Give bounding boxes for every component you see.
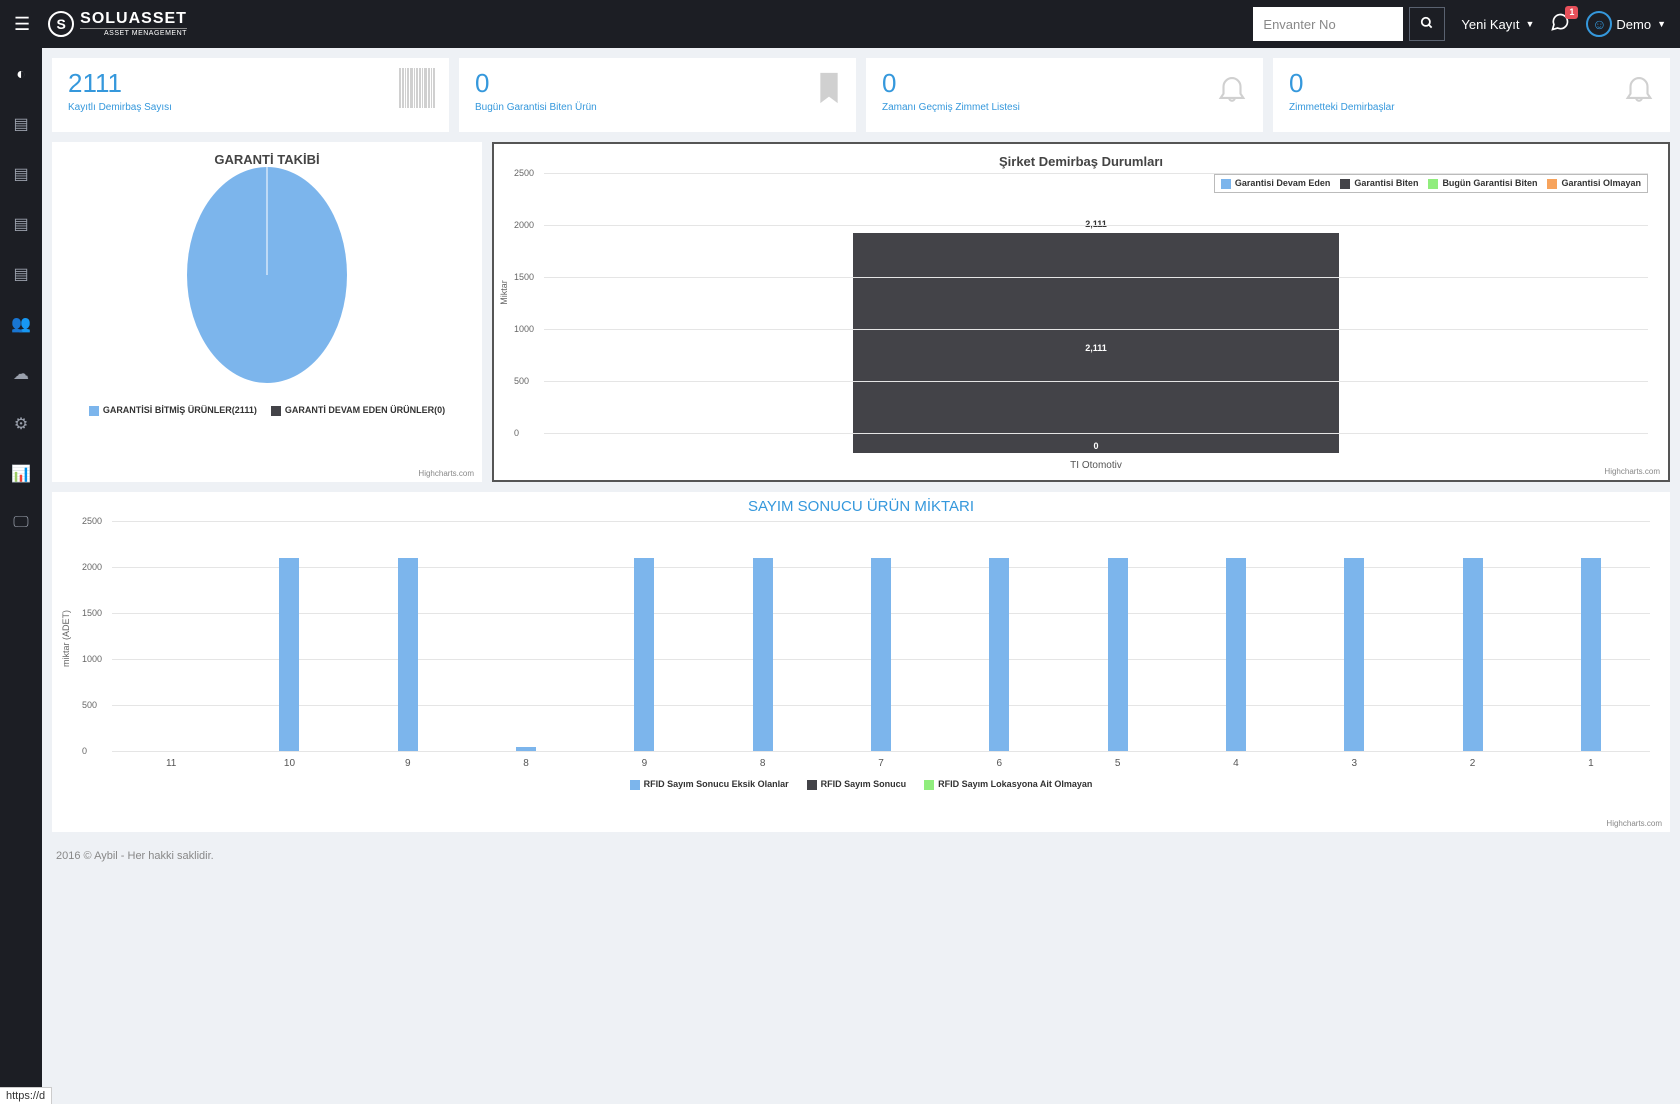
chart-title: SAYIM SONUCU ÜRÜN MİKTARI — [52, 492, 1670, 521]
user-name: Demo — [1616, 17, 1651, 32]
stat-label: Zimmetteki Demirbaşlar — [1289, 102, 1654, 113]
col-legend: RFID Sayım Sonucu Eksik Olanlar RFID Say… — [52, 779, 1670, 790]
panel-count-results: SAYIM SONUCU ÜRÜN MİKTARI miktar (ADET) … — [52, 492, 1670, 832]
stat-card-assigned[interactable]: 0 Zimmetteki Demirbaşlar — [1273, 58, 1670, 132]
brand-logo-icon: S — [48, 11, 74, 37]
list-icon: ▤ — [13, 166, 28, 183]
search-wrap — [1253, 7, 1445, 41]
legend-item[interactable]: Garantisi Devam Eden — [1221, 178, 1331, 189]
chart-title: Şirket Demirbaş Durumları — [494, 144, 1668, 173]
stat-value: 0 — [475, 70, 840, 96]
y-axis-label: miktar (ADET) — [61, 610, 71, 667]
sidebar-item-settings[interactable]: ⚙ — [14, 414, 28, 434]
pie-chart[interactable] — [187, 167, 347, 383]
avatar-icon: ☺ — [1586, 11, 1612, 37]
sidebar-item-monitor[interactable]: 🖵 — [13, 514, 28, 532]
gear-icon: ⚙ — [14, 416, 28, 433]
notification-badge: 1 — [1565, 6, 1578, 19]
sidebar-item-cloud[interactable]: ☁ — [13, 364, 29, 384]
brand[interactable]: S SOLUASSET ASSET MENAGEMENT — [48, 11, 187, 37]
legend-item[interactable]: RFID Sayım Sonucu Eksik Olanlar — [630, 779, 789, 790]
stat-label: Kayıtlı Demirbaş Sayısı — [68, 102, 433, 113]
sidebar: ◐ ▤ ▤ ▤ ▤ 👥 ☁ ⚙ 📊 🖵 — [0, 48, 42, 1104]
browser-status-bar: https://d — [0, 1087, 52, 1104]
footer-copyright: 2016 © Aybil - Her hakki saklidir. — [42, 842, 1680, 870]
search-input[interactable] — [1253, 7, 1403, 41]
legend-item[interactable]: RFID Sayım Sonucu — [807, 779, 907, 790]
legend-item[interactable]: GARANTİSİ BİTMİŞ ÜRÜNLER(2111) — [89, 405, 257, 416]
cloud-icon: ☁ — [13, 366, 29, 383]
new-record-dropdown[interactable]: Yeni Kayıt ▼ — [1461, 17, 1534, 32]
sidebar-item-list1[interactable]: ▤ — [13, 114, 28, 134]
chat-button[interactable]: 1 — [1550, 12, 1570, 37]
gauge-icon: ◐ — [16, 66, 26, 83]
stat-label: Zamanı Geçmiş Zimmet Listesi — [882, 102, 1247, 113]
panel-company-assets: Şirket Demirbaş Durumları Garantisi Deva… — [492, 142, 1670, 482]
chart-credits[interactable]: Highcharts.com — [1604, 467, 1660, 476]
stat-value: 0 — [1289, 70, 1654, 96]
list-icon: ▤ — [13, 116, 28, 133]
stack-legend: Garantisi Devam Eden Garantisi Biten Bug… — [1214, 174, 1648, 193]
caret-down-icon: ▼ — [1525, 19, 1534, 29]
legend-item[interactable]: GARANTİ DEVAM EDEN ÜRÜNLER(0) — [271, 405, 445, 416]
bell-icon — [1622, 68, 1656, 118]
brand-name: SOLUASSET — [80, 11, 187, 27]
monitor-icon: 🖵 — [13, 514, 28, 531]
sidebar-item-stats[interactable]: 📊 — [11, 464, 31, 484]
bookmark-icon — [816, 68, 842, 118]
top-navbar: ☰ S SOLUASSET ASSET MENAGEMENT Yeni Kayı… — [0, 0, 1680, 48]
sidebar-item-users[interactable]: 👥 — [11, 314, 31, 334]
chat-icon — [1550, 16, 1570, 36]
brand-subtitle: ASSET MENAGEMENT — [80, 28, 187, 37]
y-axis-label: Miktar — [499, 280, 509, 305]
sidebar-item-dashboard[interactable]: ◐ — [16, 66, 26, 84]
pie-legend: GARANTİSİ BİTMİŞ ÜRÜNLER(2111) GARANTİ D… — [89, 405, 445, 416]
list-icon: ▤ — [13, 216, 28, 233]
stat-card-assets[interactable]: 2111 Kayıtlı Demirbaş Sayısı — [52, 58, 449, 132]
stat-value: 2111 — [68, 70, 433, 96]
search-button[interactable] — [1409, 7, 1445, 41]
barcode-icon — [399, 68, 435, 108]
list-icon: ▤ — [13, 266, 28, 283]
stat-value: 0 — [882, 70, 1247, 96]
legend-item[interactable]: Bugün Garantisi Biten — [1428, 178, 1537, 189]
legend-item[interactable]: Garantisi Olmayan — [1547, 178, 1641, 189]
sidebar-item-list4[interactable]: ▤ — [13, 264, 28, 284]
users-icon: 👥 — [11, 316, 31, 333]
chart-icon: 📊 — [11, 466, 31, 483]
stat-label: Bugün Garantisi Biten Ürün — [475, 102, 840, 113]
menu-toggle-icon[interactable]: ☰ — [14, 14, 30, 35]
main-content: 2111 Kayıtlı Demirbaş Sayısı 0 Bugün Gar… — [42, 48, 1680, 842]
stacked-bar-chart[interactable]: 2,111 2,111 0 TI Otomotiv 05001000150020… — [544, 173, 1648, 453]
user-menu[interactable]: ☺ Demo ▼ — [1586, 11, 1666, 37]
new-record-label: Yeni Kayıt — [1461, 17, 1519, 32]
chart-credits[interactable]: Highcharts.com — [418, 469, 474, 478]
stat-cards-row: 2111 Kayıtlı Demirbaş Sayısı 0 Bugün Gar… — [52, 58, 1670, 132]
search-icon — [1420, 16, 1434, 33]
sidebar-item-list2[interactable]: ▤ — [13, 164, 28, 184]
chart-credits[interactable]: Highcharts.com — [1606, 819, 1662, 828]
panel-warranty-pie: GARANTİ TAKİBİ GARANTİSİ BİTMİŞ ÜRÜNLER(… — [52, 142, 482, 482]
legend-item[interactable]: RFID Sayım Lokasyona Ait Olmayan — [924, 779, 1092, 790]
legend-item[interactable]: Garantisi Biten — [1340, 178, 1418, 189]
stat-card-overdue[interactable]: 0 Zamanı Geçmiş Zimmet Listesi — [866, 58, 1263, 132]
stat-card-warranty-today[interactable]: 0 Bugün Garantisi Biten Ürün — [459, 58, 856, 132]
x-category: TI Otomotiv — [1070, 460, 1122, 471]
caret-down-icon: ▼ — [1657, 19, 1666, 29]
bell-icon — [1215, 68, 1249, 118]
column-chart[interactable]: 05001000150020002500111098987654321 — [112, 521, 1650, 751]
sidebar-item-list3[interactable]: ▤ — [13, 214, 28, 234]
